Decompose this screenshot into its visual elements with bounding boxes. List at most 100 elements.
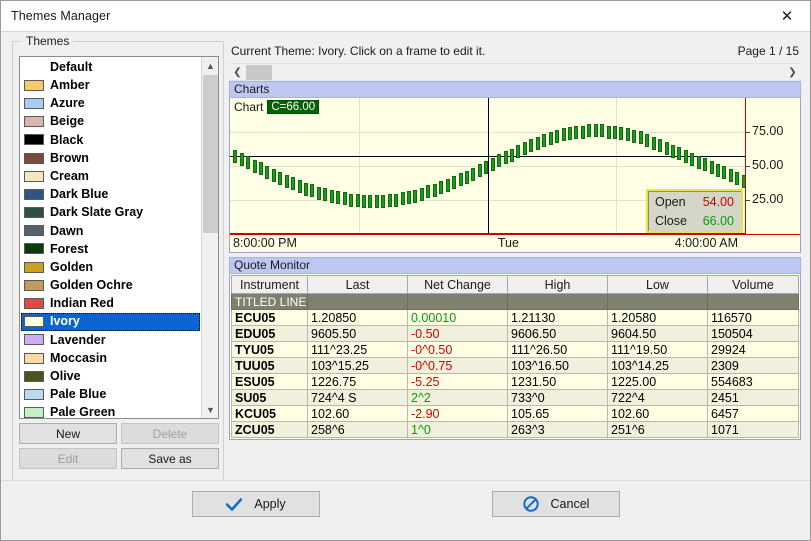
theme-list-item[interactable]: Azure — [21, 94, 201, 112]
theme-list-item-label: Olive — [50, 369, 81, 384]
column-header[interactable]: Net Change — [407, 275, 508, 294]
theme-list-item-label: Azure — [50, 96, 85, 111]
cell-net-change: -5.25 — [407, 373, 508, 390]
cell-last: 102.60 — [307, 405, 408, 422]
table-row[interactable]: ECU05 1.20850 0.00010 1.21130 1.20580 116570 — [231, 309, 799, 326]
close-icon[interactable]: ✕ — [764, 1, 810, 31]
candlestick — [316, 186, 321, 200]
theme-list-item[interactable]: Default — [21, 58, 201, 76]
candlestick — [452, 175, 457, 189]
column-header[interactable]: Last — [307, 275, 408, 294]
cell-net-change: -2.90 — [407, 405, 508, 422]
candlestick — [497, 154, 502, 168]
table-row[interactable]: ZCU05 258^6 1^0 263^3 251^6 1071 — [231, 421, 799, 438]
candlestick — [394, 193, 399, 207]
preview-horizontal-scrollbar[interactable]: ❮ ❯ — [229, 63, 801, 81]
chart-title-row: Chart C=66.00 — [234, 100, 320, 114]
theme-list-item[interactable]: Golden Ochre — [21, 276, 201, 294]
theme-list-item[interactable]: Olive — [21, 367, 201, 385]
charts-section-header[interactable]: Charts — [229, 81, 801, 98]
cell-high: 1.21130 — [507, 309, 608, 326]
theme-list-item[interactable]: Pale Green — [21, 404, 201, 418]
quote-monitor-table-wrap[interactable]: Instrument Last Net Change High Low Volume TI… — [229, 274, 801, 440]
cell-net-change: 1^0 — [407, 421, 508, 438]
tooltip-close-label: Close — [655, 214, 687, 228]
column-header[interactable]: Instrument — [231, 275, 308, 294]
apply-button[interactable]: Apply — [192, 491, 320, 517]
tooltip-open-value: 54.00 — [702, 195, 734, 209]
scrollbar-thumb[interactable] — [203, 75, 218, 233]
table-row[interactable]: TYU05 111^23.25 -0^0.50 111^26.50 111^19.50 2… — [231, 341, 799, 358]
candlestick — [690, 152, 695, 166]
cell-high: 105.65 — [507, 405, 608, 422]
candlestick — [471, 167, 476, 181]
theme-list-item[interactable]: Black — [21, 131, 201, 149]
chart-tooltip: Open 54.00 Close 66.00 — [646, 189, 743, 233]
cell-instrument: KCU05 — [231, 405, 308, 422]
theme-list-item[interactable]: Forest — [21, 240, 201, 258]
candlestick — [535, 136, 540, 150]
cell-high: 733^0 — [507, 389, 608, 406]
cell-last: 258^6 — [307, 421, 408, 438]
candlestick — [413, 189, 418, 203]
theme-list-item-label: Dawn — [50, 223, 84, 238]
table-row[interactable]: TUU05 103^15.25 -0^0.75 103^16.50 103^14.25 2… — [231, 357, 799, 374]
new-theme-button[interactable]: New — [19, 423, 117, 444]
candlestick — [683, 150, 688, 164]
table-group-row[interactable]: TITLED LINE — [231, 293, 799, 310]
chevron-up-icon[interactable]: ▲ — [202, 57, 218, 74]
theme-list-item[interactable]: Cream — [21, 167, 201, 185]
table-row[interactable]: ESU05 1226.75 -5.25 1231.50 1225.00 554683 — [231, 373, 799, 390]
cell-instrument: TYU05 — [231, 341, 308, 358]
theme-color-swatch — [24, 261, 44, 273]
cancel-button[interactable]: Cancel — [492, 491, 620, 517]
theme-list-item[interactable]: Beige — [21, 113, 201, 131]
theme-list-item[interactable]: Ivory — [21, 312, 200, 331]
cell-high: 111^26.50 — [507, 341, 608, 358]
chevron-left-icon[interactable]: ❮ — [229, 64, 246, 81]
candlestick — [632, 129, 637, 143]
candlestick — [600, 124, 605, 138]
table-row[interactable]: EDU05 9605.50 -0.50 9606.50 9604.50 150504 — [231, 325, 799, 342]
candlestick — [703, 158, 708, 172]
theme-list-item[interactable]: Lavender — [21, 331, 201, 349]
candlestick — [658, 139, 663, 153]
tooltip-close-value: 66.00 — [702, 214, 734, 228]
candlestick — [619, 127, 624, 140]
theme-color-swatch — [24, 152, 44, 164]
chevron-down-icon[interactable]: ▼ — [202, 401, 218, 418]
theme-color-swatch — [24, 370, 44, 382]
theme-list-item[interactable]: Indian Red — [21, 294, 201, 312]
chart-preview-frame[interactable]: Chart C=66.00 75.00 50.00 25.00 Open 54.00… — [229, 98, 801, 253]
page-indicator: Page 1 / 15 — [737, 44, 799, 58]
save-as-button[interactable]: Save as — [121, 448, 219, 469]
check-icon — [226, 497, 243, 511]
scrollbar-thumb-horizontal[interactable] — [246, 65, 272, 80]
cell-volume: 2451 — [707, 389, 799, 406]
chevron-right-icon[interactable]: ❯ — [784, 64, 801, 81]
column-header[interactable]: Volume — [707, 275, 799, 294]
candlestick — [542, 133, 547, 147]
theme-color-swatch — [24, 188, 44, 200]
theme-list-item[interactable]: Amber — [21, 76, 201, 94]
theme-listbox[interactable]: Default Amber Azure Beige Black Brown Cream Dar… — [19, 56, 219, 419]
table-row[interactable]: KCU05 102.60 -2.90 105.65 102.60 6457 — [231, 405, 799, 422]
column-header[interactable]: High — [507, 275, 608, 294]
candlestick — [374, 195, 379, 208]
tooltip-close-row: Close 66.00 — [648, 212, 741, 231]
theme-list-item[interactable]: Dawn — [21, 222, 201, 240]
x-tick-label: 8:00:00 PM — [233, 236, 297, 250]
theme-list-item-label: Dark Slate Gray — [50, 205, 144, 220]
theme-list-item-label: Amber — [50, 78, 90, 93]
theme-list-item[interactable]: Dark Slate Gray — [21, 204, 201, 222]
theme-list-item-label: Beige — [50, 114, 85, 129]
theme-list-scrollbar[interactable]: ▲ ▼ — [201, 57, 218, 418]
column-header[interactable]: Low — [607, 275, 708, 294]
theme-list-item[interactable]: Dark Blue — [21, 185, 201, 203]
table-row[interactable]: SU05 724^4 S 2^2 733^0 722^4 2451 — [231, 389, 799, 406]
quote-monitor-section-header[interactable]: Quote Monitor — [229, 257, 801, 274]
theme-list-item[interactable]: Pale Blue — [21, 385, 201, 403]
theme-list-item[interactable]: Moccasin — [21, 349, 201, 367]
theme-list-item[interactable]: Brown — [21, 149, 201, 167]
theme-list-item[interactable]: Golden — [21, 258, 201, 276]
